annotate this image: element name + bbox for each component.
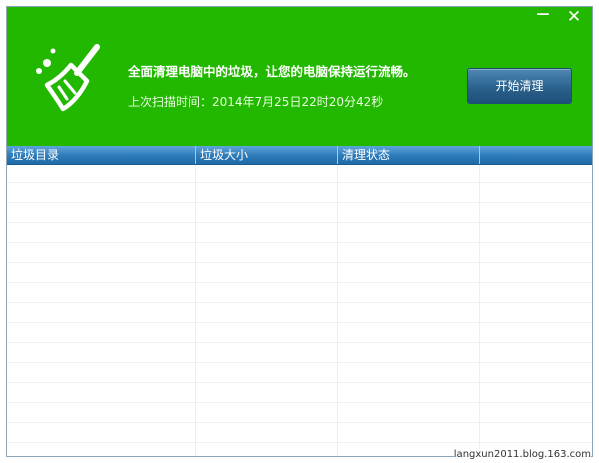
- header-banner: 全面清理电脑中的垃圾，让您的电脑保持运行流畅。 上次扫描时间：2014年7月25…: [7, 7, 592, 146]
- start-clean-button[interactable]: 开始清理: [467, 68, 572, 104]
- table-header: 垃圾目录 垃圾大小 清理状态: [7, 146, 592, 165]
- watermark: langxun2011.blog.163.com: [453, 449, 591, 460]
- cleaner-window: 全面清理电脑中的垃圾，让您的电脑保持运行流畅。 上次扫描时间：2014年7月25…: [6, 6, 593, 457]
- last-scan-time: 上次扫描时间：2014年7月25日22时20分42秒: [128, 95, 384, 109]
- broom-icon: [36, 44, 100, 112]
- junk-list-table[interactable]: 垃圾目录 垃圾大小 清理状态: [7, 146, 592, 456]
- column-header-junk-directory[interactable]: 垃圾目录: [7, 146, 196, 164]
- column-header-empty: [480, 146, 592, 164]
- headline: 全面清理电脑中的垃圾，让您的电脑保持运行流畅。: [128, 64, 416, 79]
- close-icon: ✕: [566, 7, 582, 27]
- column-header-junk-size[interactable]: 垃圾大小: [196, 146, 338, 164]
- close-button[interactable]: ✕: [561, 8, 587, 27]
- minimize-button[interactable]: —: [530, 8, 556, 27]
- minimize-icon: —: [536, 7, 550, 22]
- column-header-clean-status[interactable]: 清理状态: [338, 146, 480, 164]
